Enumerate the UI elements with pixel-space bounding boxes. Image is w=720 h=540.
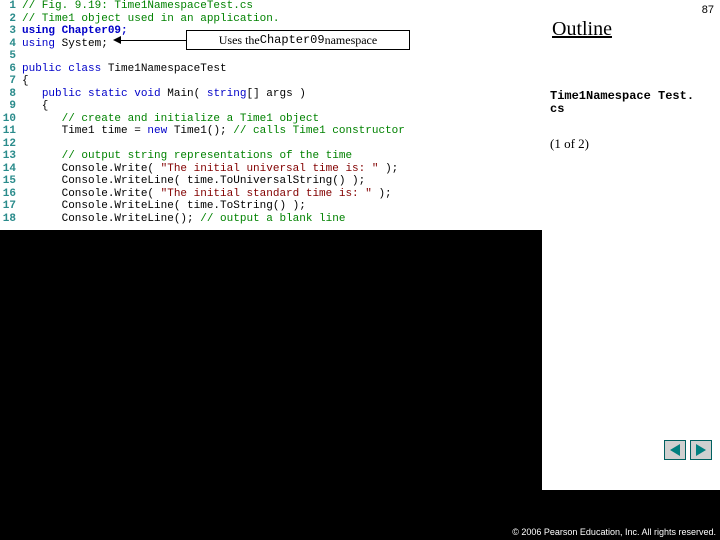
filename-label: Time1Namespace Test. cs	[550, 90, 694, 116]
line-number: 8	[0, 88, 22, 101]
code-line: 16 Console.Write( "The initial standard …	[0, 188, 542, 201]
line-number: 7	[0, 75, 22, 88]
line-number: 15	[0, 175, 22, 188]
code-line: 8 public static void Main( string[] args…	[0, 88, 542, 101]
code-text: public class Time1NamespaceTest	[22, 63, 542, 76]
callout-text-post: namespace	[325, 33, 378, 48]
code-text: // Fig. 9.19: Time1NamespaceTest.cs	[22, 0, 542, 13]
code-line: 7{	[0, 75, 542, 88]
line-number: 12	[0, 138, 22, 151]
triangle-left-icon	[670, 444, 680, 456]
line-number: 13	[0, 150, 22, 163]
line-number: 14	[0, 163, 22, 176]
line-number: 4	[0, 38, 22, 51]
part-indicator: (1 of 2)	[550, 136, 589, 152]
copyright-text: © 2006 Pearson Education, Inc. All right…	[512, 527, 716, 538]
callout-text-pre: Uses the	[219, 33, 260, 48]
code-line: 11 Time1 time = new Time1(); // calls Ti…	[0, 125, 542, 138]
filename-line2: cs	[550, 102, 564, 116]
code-line: 14 Console.Write( "The initial universal…	[0, 163, 542, 176]
code-text: // Time1 object used in an application.	[22, 13, 542, 26]
code-text: Time1 time = new Time1(); // calls Time1…	[22, 125, 542, 138]
next-button[interactable]	[690, 440, 712, 460]
code-line: 1// Fig. 9.19: Time1NamespaceTest.cs	[0, 0, 542, 13]
code-text: Console.WriteLine( time.ToUniversalStrin…	[22, 175, 542, 188]
line-number: 2	[0, 13, 22, 26]
code-line: 17 Console.WriteLine( time.ToString() );	[0, 200, 542, 213]
outline-panel: 87 Outline Time1Namespace Test. cs (1 of…	[542, 0, 720, 490]
code-line: 9 {	[0, 100, 542, 113]
page-number: 87	[702, 4, 714, 16]
line-number: 17	[0, 200, 22, 213]
filename-line1: Time1Namespace Test.	[550, 89, 694, 103]
line-number: 10	[0, 113, 22, 126]
line-number: 9	[0, 100, 22, 113]
callout-box: Uses the Chapter09 namespace	[186, 30, 410, 50]
callout-text-mono: Chapter09	[260, 33, 325, 47]
line-number: 18	[0, 213, 22, 226]
outline-heading: Outline	[552, 18, 612, 41]
code-line: 18 Console.WriteLine(); // output a blan…	[0, 213, 542, 226]
callout-arrow-head-icon	[113, 36, 121, 44]
line-number: 3	[0, 25, 22, 38]
code-text: Console.WriteLine(); // output a blank l…	[22, 213, 542, 226]
code-text: Console.Write( "The initial standard tim…	[22, 188, 542, 201]
code-line: 5	[0, 50, 542, 63]
line-number: 1	[0, 0, 22, 13]
code-text: public static void Main( string[] args )	[22, 88, 542, 101]
callout-arrow-line	[118, 40, 186, 41]
line-number: 5	[0, 50, 22, 63]
nav-buttons	[664, 440, 712, 460]
code-text: Console.WriteLine( time.ToString() );	[22, 200, 542, 213]
code-text: Console.Write( "The initial universal ti…	[22, 163, 542, 176]
code-line: 13 // output string representations of t…	[0, 150, 542, 163]
line-number: 11	[0, 125, 22, 138]
code-text	[22, 50, 542, 63]
line-number: 16	[0, 188, 22, 201]
code-text: // output string representations of the …	[22, 150, 542, 163]
code-text: {	[22, 75, 542, 88]
code-line: 15 Console.WriteLine( time.ToUniversalSt…	[0, 175, 542, 188]
code-text: // create and initialize a Time1 object	[22, 113, 542, 126]
triangle-right-icon	[696, 444, 706, 456]
code-line: 12	[0, 138, 542, 151]
code-line: 2// Time1 object used in an application.	[0, 13, 542, 26]
line-number: 6	[0, 63, 22, 76]
code-text	[22, 138, 542, 151]
code-text: {	[22, 100, 542, 113]
code-line: 10 // create and initialize a Time1 obje…	[0, 113, 542, 126]
code-line: 6public class Time1NamespaceTest	[0, 63, 542, 76]
prev-button[interactable]	[664, 440, 686, 460]
